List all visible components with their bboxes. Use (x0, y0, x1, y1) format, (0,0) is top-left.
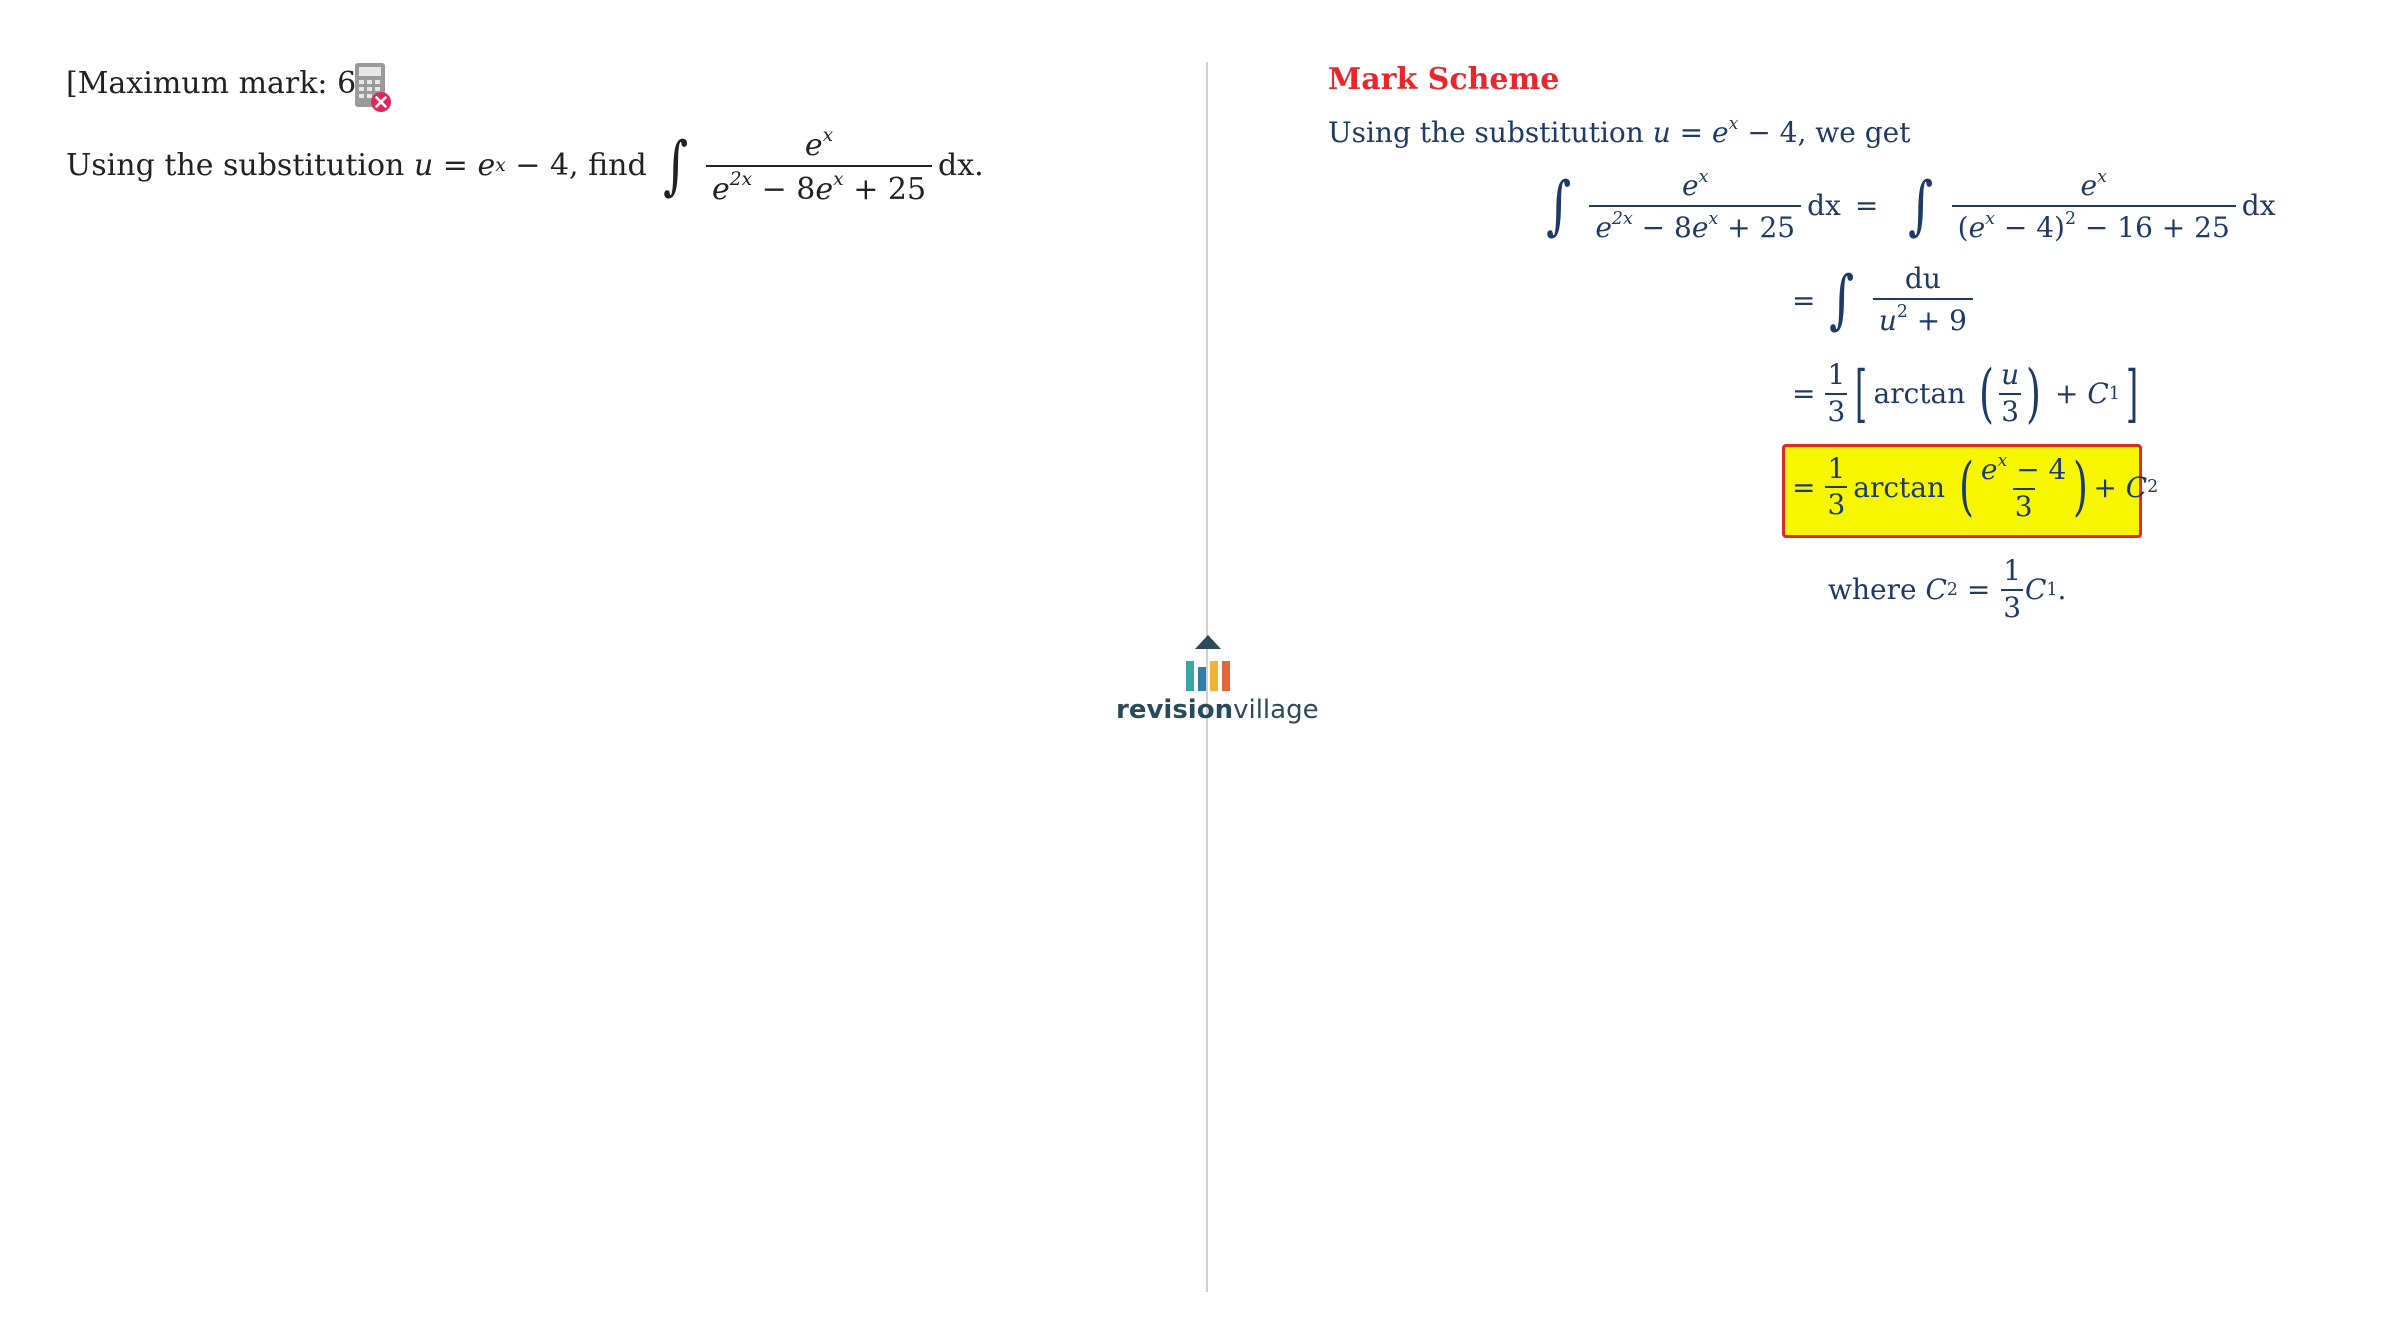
logo-bars (1116, 657, 1300, 691)
mark-scheme-intro: Using the substitution u = ex − 4, we ge… (1328, 114, 1911, 150)
max-mark: [Maximum mark: 6] (66, 66, 368, 101)
logo-wordmark: revisionvillage (1116, 695, 1319, 725)
question-fraction: ex e2x − 8ex + 25 (706, 125, 933, 206)
calculator-not-allowed-icon (355, 63, 391, 112)
logo-bar (1210, 661, 1218, 691)
solution-step-3: = 13 [ arctan ( u3 ) + C1 ] (1792, 356, 2139, 431)
solution-step-4: = 13 arctan ( ex − 43 ) + C2 (1792, 450, 2159, 525)
question-text: Using the substitution u = ex − 4, find … (66, 125, 984, 207)
constant-definition: where C2 = 13 C1. (1828, 554, 2067, 624)
logo-bar (1198, 667, 1206, 691)
logo-bar (1186, 661, 1194, 691)
logo-bar (1222, 661, 1230, 691)
solution-step-2: = ∫ du u2 + 9 (1792, 263, 1979, 337)
revision-village-logo: revisionvillage (1116, 634, 1319, 725)
mark-scheme-title: Mark Scheme (1328, 62, 1560, 97)
roof-icon (1195, 635, 1221, 649)
solution-step-1: ∫ ex e2x − 8ex + 25 dx = ∫ ex (ex − 4)2 … (1546, 167, 2276, 244)
integral-sign: ∫ (662, 128, 688, 203)
